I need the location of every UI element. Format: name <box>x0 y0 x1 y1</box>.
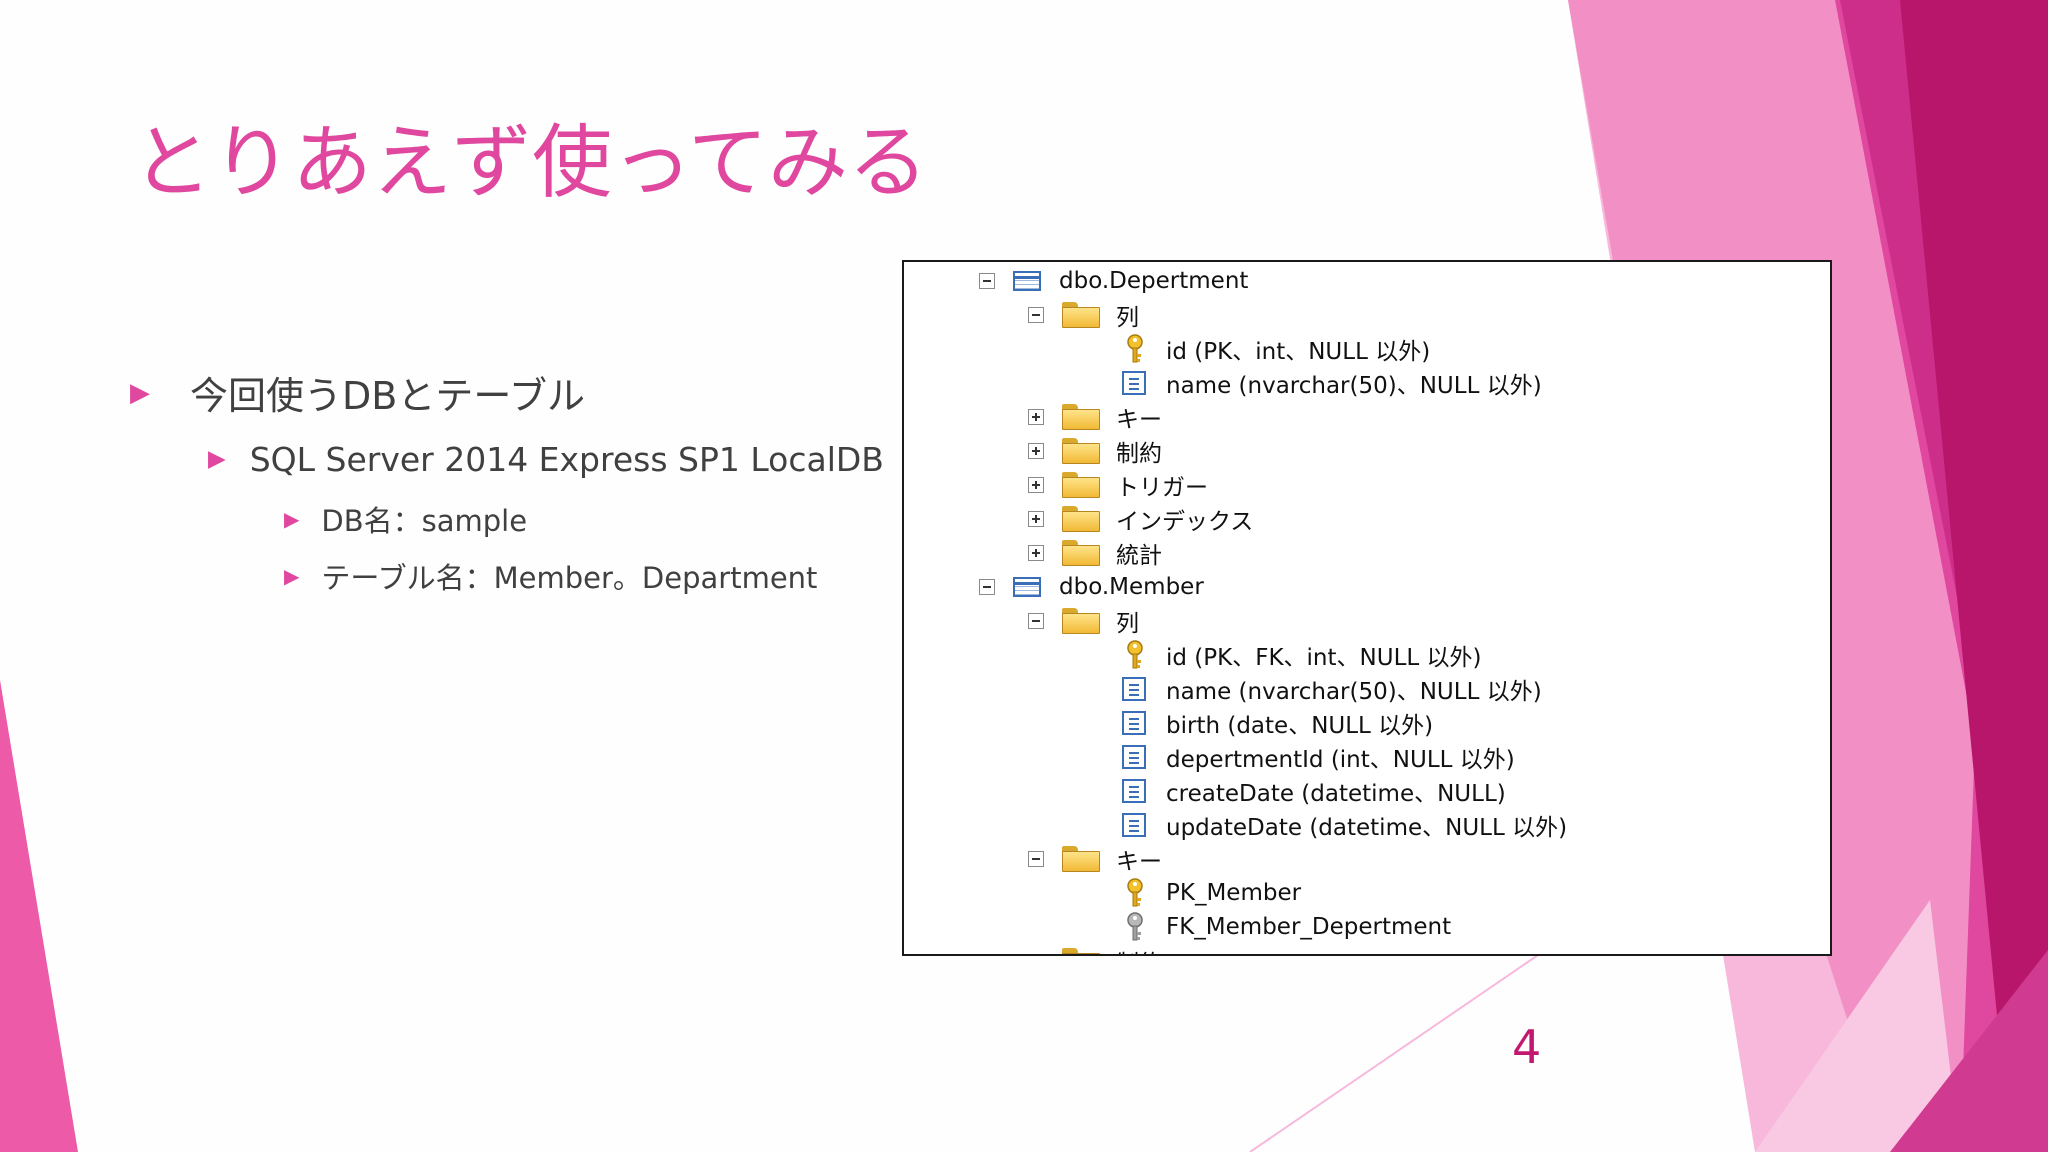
tree-node-label: キー <box>1116 849 1162 875</box>
column-icon <box>1122 677 1146 701</box>
tree-node-table-depertment[interactable]: dbo.Depertment <box>979 264 1248 298</box>
tree-node-keys-folder[interactable]: キー <box>1028 400 1162 434</box>
tree-node-column-name[interactable]: name (nvarchar(50)、NULL 以外) <box>1122 672 1542 706</box>
folder-icon <box>1062 438 1100 464</box>
tree-node-keys-folder[interactable]: キー <box>1028 842 1162 876</box>
tree-node-column-name[interactable]: name (nvarchar(50)、NULL 以外) <box>1122 366 1542 400</box>
bullet-text: DB名：sample <box>321 504 528 538</box>
tree-node-label: updateDate (datetime、NULL 以外) <box>1166 815 1568 841</box>
tree-node-columns-folder[interactable]: 列 <box>1028 604 1139 638</box>
tree-node-column-id[interactable]: id (PK、FK、int、NULL 以外) <box>1122 638 1481 672</box>
tree-node-constraints-folder[interactable]: 制約 <box>1028 434 1162 468</box>
primary-key-icon <box>1127 334 1143 363</box>
tree-node-label: id (PK、FK、int、NULL 以外) <box>1166 645 1482 671</box>
column-icon <box>1122 711 1146 735</box>
bullet-level2: ▶ SQL Server 2014 Express SP1 LocalDB <box>208 440 884 479</box>
folder-icon <box>1062 540 1100 566</box>
folder-icon <box>1062 948 1100 954</box>
page-number: 4 <box>1512 1020 1542 1074</box>
tree-node-columns-folder[interactable]: 列 <box>1028 298 1139 332</box>
slide-title: とりあえず使ってみる <box>132 116 928 209</box>
expand-icon[interactable] <box>1028 443 1044 459</box>
folder-icon <box>1062 302 1100 328</box>
tree-node-label: name (nvarchar(50)、NULL 以外) <box>1166 679 1542 705</box>
primary-key-icon <box>1127 640 1143 669</box>
table-icon <box>1013 577 1041 597</box>
primary-key-icon <box>1127 878 1143 907</box>
table-icon <box>1013 271 1041 291</box>
tree-node-column-id[interactable]: id (PK、int、NULL 以外) <box>1122 332 1430 366</box>
bullet-text: 今回使うDBとテーブル <box>190 374 586 418</box>
tree-node-key-pk-member[interactable]: PK_Member <box>1122 876 1301 910</box>
tree-node-triggers-folder[interactable]: トリガー <box>1028 468 1208 502</box>
column-icon <box>1122 371 1146 395</box>
collapse-icon[interactable] <box>979 273 995 289</box>
tree-node-column-createdate[interactable]: createDate (datetime、NULL) <box>1122 774 1506 808</box>
tree-node-label: name (nvarchar(50)、NULL 以外) <box>1166 373 1542 399</box>
foreign-key-icon <box>1127 912 1143 941</box>
bullet-text: テーブル名：Member。Department <box>321 561 818 595</box>
tree-node-label: depertmentId (int、NULL 以外) <box>1166 747 1515 773</box>
tree-node-table-member[interactable]: dbo.Member <box>979 570 1204 604</box>
bullet-arrow-icon: ▶ <box>130 377 150 408</box>
collapse-icon[interactable] <box>1028 851 1044 867</box>
tree-node-statistics-folder[interactable]: 統計 <box>1028 536 1162 570</box>
tree-node-label: 列 <box>1116 611 1139 637</box>
expand-icon[interactable] <box>1028 477 1044 493</box>
tree-node-label: dbo.Depertment <box>1059 268 1249 294</box>
bullet-level3-db: ▶ DB名：sample <box>284 498 527 540</box>
expand-icon[interactable] <box>1028 511 1044 527</box>
expand-icon[interactable] <box>1028 545 1044 561</box>
tree-node-label: トリガー <box>1116 475 1208 501</box>
expand-icon[interactable] <box>1028 409 1044 425</box>
bullet-arrow-icon: ▶ <box>284 564 300 588</box>
tree-node-label: 列 <box>1116 305 1139 331</box>
column-icon <box>1122 779 1146 803</box>
folder-icon <box>1062 846 1100 872</box>
tree-node-label: キー <box>1116 407 1162 433</box>
collapse-icon[interactable] <box>979 579 995 595</box>
folder-icon <box>1062 608 1100 634</box>
tree-node-label: birth (date、NULL 以外) <box>1166 713 1434 739</box>
tree-node-label: createDate (datetime、NULL) <box>1166 781 1506 807</box>
tree-node-label: FK_Member_Depertment <box>1166 914 1452 940</box>
tree-node-column-updatedate[interactable]: updateDate (datetime、NULL 以外) <box>1122 808 1567 842</box>
folder-icon <box>1062 472 1100 498</box>
tree-node-label: 統計 <box>1116 543 1162 569</box>
tree-node-key-fk-member-depertment[interactable]: FK_Member_Depertment <box>1122 910 1451 944</box>
tree-node-label: インデックス <box>1116 509 1254 535</box>
bullet-arrow-icon: ▶ <box>208 446 226 472</box>
tree-node-column-birth[interactable]: birth (date、NULL 以外) <box>1122 706 1433 740</box>
bullet-text: SQL Server 2014 Express SP1 LocalDB <box>249 440 884 479</box>
tree-node-constraints-folder[interactable]: 制約 <box>1028 944 1162 954</box>
bullet-level3-tables: ▶ テーブル名：Member。Department <box>284 555 817 597</box>
column-icon <box>1122 813 1146 837</box>
tree-node-label: id (PK、int、NULL 以外) <box>1166 339 1431 365</box>
tree-node-label: PK_Member <box>1166 880 1302 906</box>
bullet-arrow-icon: ▶ <box>284 507 300 531</box>
collapse-icon[interactable] <box>1028 307 1044 323</box>
tree-node-indexes-folder[interactable]: インデックス <box>1028 502 1253 536</box>
collapse-icon[interactable] <box>1028 613 1044 629</box>
tree-node-label: 制約 <box>1116 944 1162 954</box>
tree-node-label: dbo.Member <box>1059 574 1204 600</box>
column-icon <box>1122 745 1146 769</box>
folder-icon <box>1062 404 1100 430</box>
folder-icon <box>1062 506 1100 532</box>
tree-node-column-depertmentid[interactable]: depertmentId (int、NULL 以外) <box>1122 740 1515 774</box>
bullet-level1: ▶ 今回使うDBとテーブル <box>130 365 585 420</box>
object-explorer-tree: dbo.Depertment 列 id (PK、int、NULL 以外) nam… <box>902 260 1832 956</box>
tree-node-label: 制約 <box>1116 441 1162 467</box>
